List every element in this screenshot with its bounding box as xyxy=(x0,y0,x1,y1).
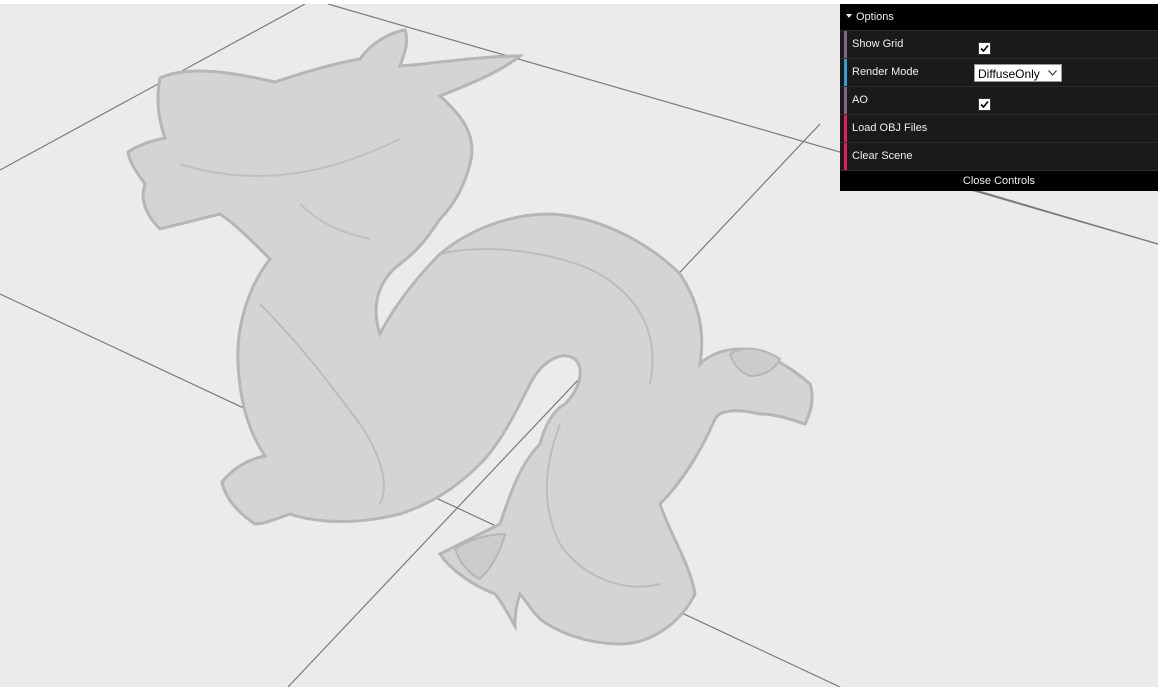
show-grid-row: Show Grid xyxy=(840,31,1158,59)
checkmark-icon xyxy=(980,100,989,109)
dragon-model xyxy=(126,28,814,646)
close-controls-button[interactable]: Close Controls xyxy=(840,171,1158,191)
options-panel: Options Show Grid Render Mode DiffuseOnl… xyxy=(840,4,1158,191)
render-mode-row: Render Mode DiffuseOnly xyxy=(840,59,1158,87)
checkmark-icon xyxy=(980,44,989,53)
render-mode-select[interactable]: DiffuseOnly xyxy=(974,64,1062,82)
render-mode-label: Render Mode xyxy=(852,66,919,78)
ao-label: AO xyxy=(852,94,868,106)
load-obj-files-button[interactable]: Load OBJ Files xyxy=(840,115,1158,143)
load-obj-files-label: Load OBJ Files xyxy=(852,122,928,134)
render-mode-value: DiffuseOnly xyxy=(978,67,1040,81)
chevron-down-icon xyxy=(1048,70,1057,76)
ao-checkbox[interactable] xyxy=(978,98,991,111)
clear-scene-button[interactable]: Clear Scene xyxy=(840,143,1158,171)
show-grid-label: Show Grid xyxy=(852,38,904,50)
ao-row: AO xyxy=(840,87,1158,115)
show-grid-checkbox[interactable] xyxy=(978,42,991,55)
options-title-label: Options xyxy=(856,11,894,23)
clear-scene-label: Clear Scene xyxy=(852,150,913,162)
options-folder-title[interactable]: Options xyxy=(840,4,1158,31)
caret-down-icon xyxy=(846,14,852,19)
